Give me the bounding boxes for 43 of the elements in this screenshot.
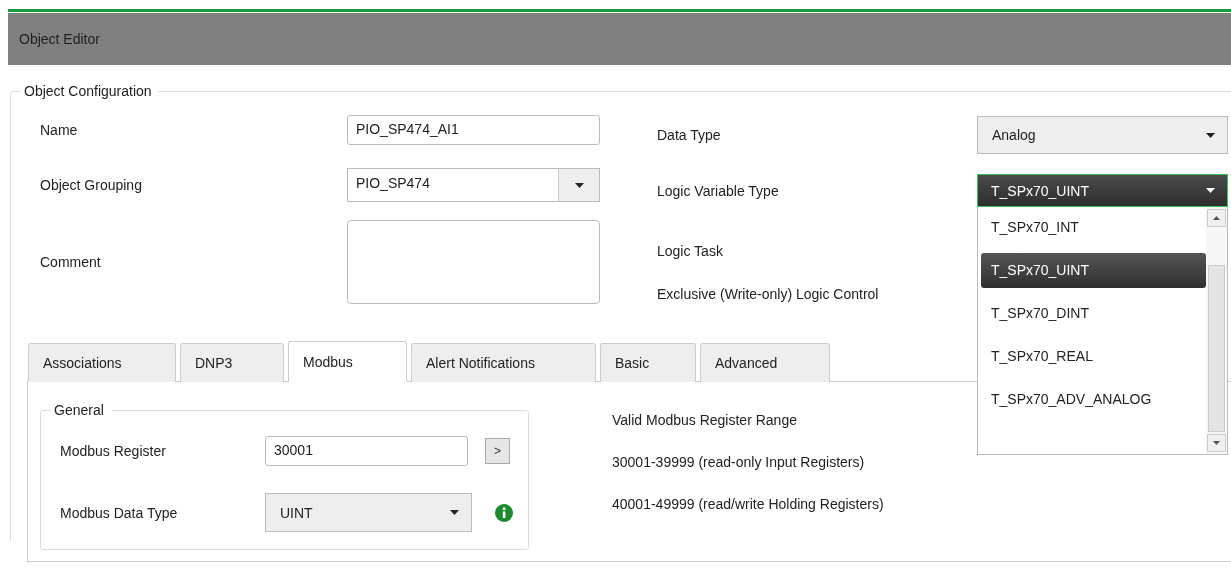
field-label: Modbus Register [60, 443, 167, 459]
tab[interactable]: Associations [28, 343, 176, 382]
field-label: Modbus Data Type [60, 504, 179, 521]
modbus-data-type-select[interactable]: UINT [265, 493, 472, 532]
tab[interactable]: Alert Notifications [411, 343, 596, 382]
dropdown-icon [574, 182, 584, 188]
dropdown-icon [450, 510, 459, 515]
field-label: Logic Task [657, 243, 724, 259]
group-title: Object Configuration [21, 83, 158, 99]
dropdown-option[interactable]: T_SPx70_UINT [981, 253, 1206, 288]
range-title: Valid Modbus Register Range [612, 411, 798, 430]
comment-field[interactable] [347, 220, 600, 304]
tab[interactable]: Modbus [288, 341, 407, 382]
grouping-combo[interactable]: PIO_SP474 [347, 168, 600, 202]
group-title: General [51, 402, 112, 418]
scroll-up-icon[interactable] [1207, 209, 1226, 227]
dropdown-icon [1206, 132, 1215, 138]
info-icon[interactable] [495, 503, 513, 522]
field-label: Name [40, 122, 79, 138]
data-type-select[interactable]: Analog [977, 116, 1228, 154]
editor-title: Object Editor [19, 31, 100, 47]
name-field[interactable]: PIO_SP474_AI1 [347, 115, 600, 145]
dropdown-icon [1206, 188, 1215, 193]
dropdown-option[interactable]: T_SPx70_ADV_ANALOG [981, 382, 1206, 417]
go-button[interactable]: > [485, 438, 510, 464]
scroll-thumb[interactable] [1208, 265, 1225, 432]
range-text: 40001-49999 (read/write Holding Registers) [612, 495, 884, 514]
scroll-down-icon[interactable] [1207, 434, 1226, 452]
range-text: 30001-39999 (read-only Input Registers) [612, 453, 866, 472]
field-label: Comment [40, 254, 102, 270]
dropdown-option[interactable]: T_SPx70_INT [981, 210, 1206, 245]
field-label: Data Type [657, 127, 722, 143]
field-label: Exclusive (Write-only) Logic Control [657, 286, 880, 302]
dropdown-option[interactable]: T_SPx70_REAL [981, 339, 1206, 374]
tab[interactable]: Advanced [700, 343, 830, 382]
register-field[interactable]: 30001 [265, 436, 468, 466]
logic-variable-type-select[interactable]: T_SPx70_UINT [977, 174, 1228, 207]
field-label: Object Grouping [40, 177, 143, 193]
field-label: Logic Variable Type [657, 182, 780, 199]
scrollbar[interactable] [1206, 207, 1227, 454]
dropdown-option[interactable]: T_SPx70_DINT [981, 296, 1206, 331]
tab[interactable]: Basic [600, 343, 696, 382]
tab[interactable]: DNP3 [180, 343, 284, 382]
